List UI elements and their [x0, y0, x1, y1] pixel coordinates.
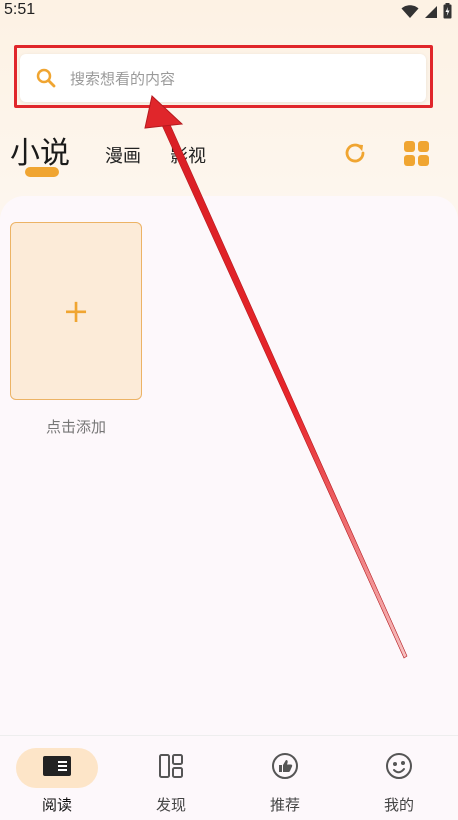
nav-label-discover: 发现: [155, 796, 186, 814]
plus-icon: +: [62, 292, 90, 330]
add-book-card[interactable]: +: [10, 222, 142, 400]
wifi-icon: [401, 4, 419, 23]
nav-icon-wrap: [130, 748, 212, 788]
grid-view-icon[interactable]: [403, 140, 431, 168]
status-icons: [401, 3, 452, 23]
annotation-highlight-box: [14, 45, 433, 108]
tab-comic[interactable]: 漫画: [105, 142, 141, 168]
nav-icon-wrap: [244, 748, 326, 788]
nav-label-read: 阅读: [41, 796, 72, 814]
add-book-label: 点击添加: [45, 418, 106, 436]
book-reader-icon: [42, 755, 72, 781]
profile-face-icon: [385, 752, 413, 784]
battery-icon: [443, 3, 452, 23]
thumbs-up-icon: [271, 752, 299, 784]
tab-video[interactable]: 影视: [170, 142, 206, 168]
layout-icon: [158, 753, 184, 783]
bottom-nav: 阅读 发现 推荐 我的: [0, 735, 458, 820]
status-time: 5:51: [4, 1, 36, 18]
active-tab-indicator: [25, 167, 59, 177]
nav-item-discover[interactable]: 发现: [114, 736, 228, 820]
tab-novel[interactable]: 小说: [10, 128, 70, 172]
nav-icon-wrap: [16, 748, 98, 788]
nav-item-mine[interactable]: 我的: [342, 736, 456, 820]
status-bar: 5:51: [0, 0, 458, 24]
nav-label-recommend: 推荐: [269, 796, 300, 814]
nav-item-read[interactable]: 阅读: [0, 736, 114, 820]
nav-icon-wrap: [358, 748, 440, 788]
nav-item-recommend[interactable]: 推荐: [228, 736, 342, 820]
signal-icon: [424, 4, 438, 23]
refresh-icon[interactable]: [342, 140, 368, 166]
nav-label-mine: 我的: [383, 796, 414, 814]
